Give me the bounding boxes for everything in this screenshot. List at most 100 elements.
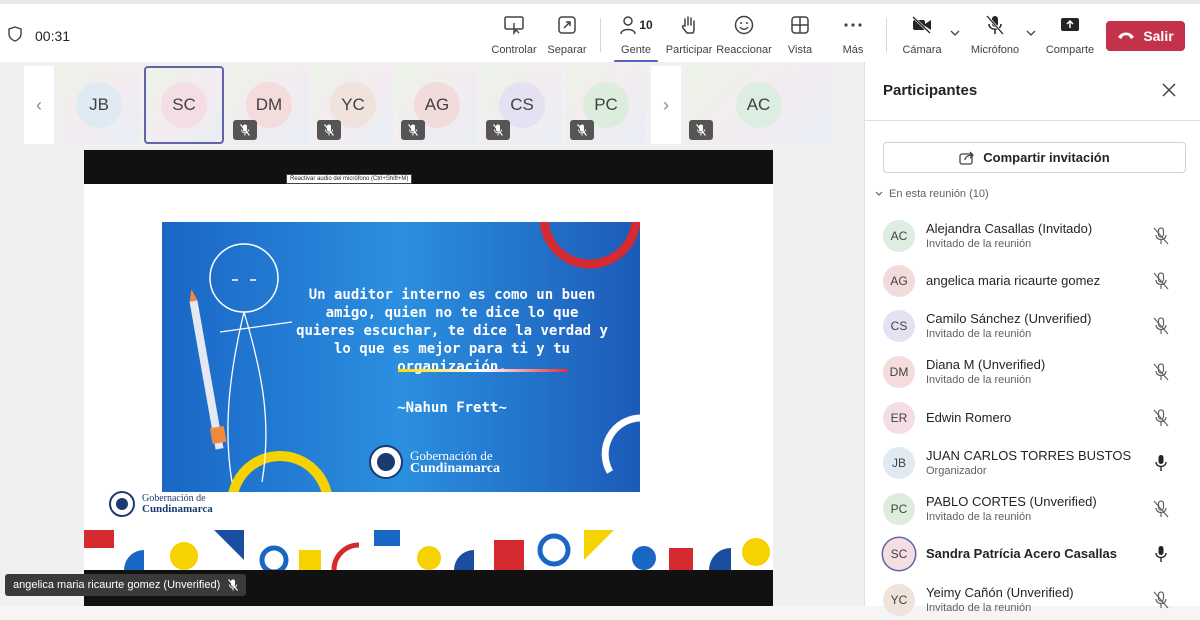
participant-row[interactable]: ER Edwin Romero <box>883 398 1193 438</box>
pop-out-icon <box>558 16 576 34</box>
react-label: Reaccionar <box>716 44 772 56</box>
participant-tile[interactable]: AC <box>685 66 832 144</box>
strip-prev-button[interactable]: ‹ <box>24 66 54 144</box>
control-label: Controlar <box>491 44 537 56</box>
page-logo: Gobernación de Cundinamarca <box>108 490 213 518</box>
strip-next-button[interactable]: › <box>651 66 681 144</box>
slide-author: ~Nahun Frett~ <box>397 400 507 416</box>
quote-slide: Un auditor interno es como un buen amigo… <box>162 222 640 492</box>
mic-off-icon <box>577 124 587 136</box>
panel-divider <box>865 120 1200 121</box>
mic-off-icon <box>324 124 334 136</box>
meeting-timer: 00:31 <box>35 28 71 44</box>
muted-badge <box>401 120 425 140</box>
participant-name: JUAN CARLOS TORRES BUSTOS <box>926 448 1132 463</box>
mic-off-icon <box>228 579 239 591</box>
share-icon <box>959 151 975 165</box>
leave-label: Salir <box>1143 28 1174 44</box>
close-icon[interactable] <box>1161 82 1177 98</box>
react-button[interactable]: Reaccionar <box>716 12 772 62</box>
share-content-button[interactable]: Comparte <box>1046 12 1094 62</box>
people-label: Gente <box>621 44 651 56</box>
view-button[interactable]: Vista <box>784 12 816 62</box>
hand-icon <box>681 16 695 34</box>
participant-row[interactable]: SC Sandra Patrícia Acero Casallas <box>883 534 1193 574</box>
shared-screen: Un auditor interno es como un buen amigo… <box>84 150 773 606</box>
slide-logo: Gobernación de Cundinamarca <box>368 444 500 480</box>
participant-tile[interactable]: DM <box>229 66 309 144</box>
avatar: SC <box>883 538 915 570</box>
mic-off-icon <box>1153 227 1169 245</box>
avatar: JB <box>883 447 915 479</box>
mic-off-icon <box>1153 500 1169 518</box>
camera-button[interactable]: Cámara <box>902 12 942 62</box>
mic-off-icon <box>1153 317 1169 335</box>
muted-badge <box>486 120 510 140</box>
shared-screen-top-bar <box>84 150 773 184</box>
pop-out-button[interactable]: Separar <box>546 12 588 62</box>
muted-badge <box>570 120 594 140</box>
participant-tile[interactable]: AG <box>397 66 477 144</box>
camera-options-chevron-icon[interactable] <box>950 28 960 38</box>
participant-row[interactable]: JB JUAN CARLOS TORRES BUSTOS Organizador <box>883 443 1193 483</box>
seal-icon <box>369 445 403 479</box>
people-button[interactable]: 10 Gente <box>614 12 658 62</box>
participant-tile[interactable]: JB <box>59 66 139 144</box>
participant-tile-selected[interactable]: SC <box>144 66 224 144</box>
people-icon <box>620 16 637 35</box>
participant-row[interactable]: CS Camilo Sánchez (Unverified) Invitado de… <box>883 306 1193 346</box>
participant-name: PABLO CORTES (Unverified) <box>926 494 1097 509</box>
share-invite-label: Compartir invitación <box>983 150 1110 165</box>
view-label: Vista <box>787 44 813 56</box>
mic-off-icon <box>240 124 250 136</box>
avatar: CS <box>883 310 915 342</box>
control-button[interactable]: Controlar <box>491 12 537 62</box>
chevron-down-icon <box>875 191 883 196</box>
participant-tile[interactable]: YC <box>313 66 393 144</box>
share-invite-button[interactable]: Compartir invitación <box>883 142 1186 173</box>
slide-quote: Un auditor interno es como un buen amigo… <box>296 287 608 375</box>
mic-off-icon <box>1153 409 1169 427</box>
meeting-toolbar: 00:31 Controlar Separar 10 Gente Partici… <box>0 0 1200 63</box>
participant-name: Camilo Sánchez (Unverified) <box>926 311 1092 326</box>
participant-tile[interactable]: CS <box>482 66 562 144</box>
more-button[interactable]: Más <box>838 12 868 62</box>
share-content-label: Comparte <box>1045 44 1095 56</box>
muted-badge <box>317 120 341 140</box>
presenter-name: angelica maria ricaurte gomez (Unverifie… <box>13 579 221 591</box>
logo-line1: Gobernación de <box>142 492 206 504</box>
shield-icon <box>8 26 22 42</box>
participant-role: Invitado de la reunión <box>926 374 1032 386</box>
participant-row[interactable]: AC Alejandra Casallas (Invitado) Invitado … <box>883 216 1193 256</box>
mic-options-chevron-icon[interactable] <box>1026 28 1036 38</box>
remote-control-icon <box>504 16 524 35</box>
participant-row[interactable]: AG angelica maria ricaurte gomez <box>883 261 1193 301</box>
participant-row[interactable]: PC PABLO CORTES (Unverified) Invitado de l… <box>883 489 1193 529</box>
participant-tile[interactable]: PC <box>566 66 646 144</box>
participant-role: Invitado de la reunión <box>926 238 1032 250</box>
avatar: SC <box>161 82 207 128</box>
mic-off-icon <box>1153 363 1169 381</box>
chevron-left-icon: ‹ <box>36 94 42 115</box>
avatar: ER <box>883 402 915 434</box>
microphone-label: Micrófono <box>970 44 1020 56</box>
mic-on-icon <box>1155 546 1167 562</box>
leave-button[interactable]: Salir <box>1106 21 1185 51</box>
raise-hand-button[interactable]: Participar <box>666 12 712 62</box>
avatar: PC <box>883 493 915 525</box>
share-screen-icon <box>1061 18 1079 31</box>
raise-hand-label: Participar <box>665 44 713 56</box>
mic-off-icon <box>493 124 503 136</box>
participant-row[interactable]: DM Diana M (Unverified) Invitado de la reu… <box>883 352 1193 392</box>
grid-view-icon <box>791 16 809 34</box>
microphone-button[interactable]: Micrófono <box>970 12 1020 62</box>
mic-off-icon <box>986 15 1004 35</box>
people-count: 10 <box>639 18 653 32</box>
participant-name: Diana M (Unverified) <box>926 357 1046 372</box>
mic-off-icon <box>1153 591 1169 609</box>
participant-name: Yeimy Cañón (Unverified) <box>926 585 1074 600</box>
in-meeting-section-toggle[interactable]: En esta reunión (10) <box>875 188 989 200</box>
participant-row[interactable]: YC Yeimy Cañón (Unverified) Invitado de la… <box>883 580 1193 620</box>
toolbar-divider <box>600 18 601 52</box>
chevron-right-icon: › <box>663 94 669 115</box>
